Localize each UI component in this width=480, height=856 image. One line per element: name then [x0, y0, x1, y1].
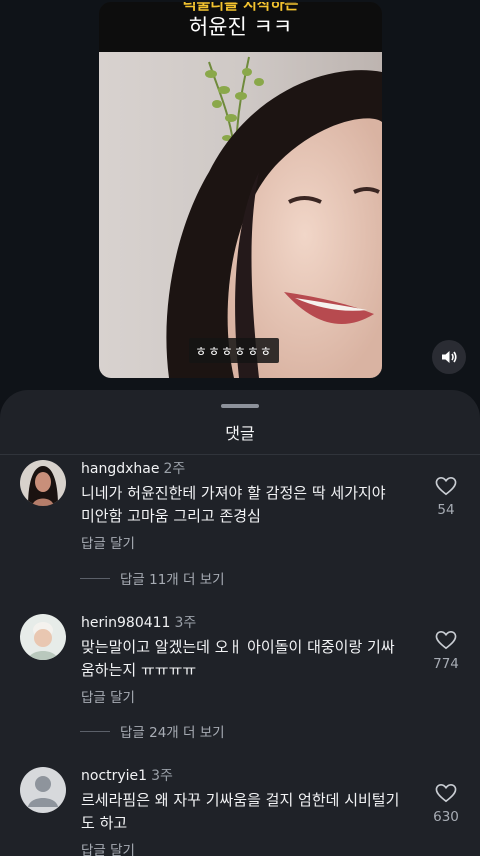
like-button[interactable]: 774: [426, 630, 466, 672]
view-replies-line: [80, 578, 110, 579]
speaker-icon: [442, 351, 457, 363]
view-more-replies[interactable]: 답글 24개 더 보기: [0, 721, 480, 741]
video-caption-line1: 럭물디를 시작하는: [182, 2, 299, 13]
view-replies-label[interactable]: 답글 11개 더 보기: [120, 568, 225, 588]
avatar[interactable]: [20, 767, 66, 813]
comment-time: 3주: [151, 768, 173, 784]
comments-title: 댓글: [225, 424, 255, 443]
video-caption-line2: 허윤진 ㅋㅋ: [188, 15, 293, 39]
avatar[interactable]: [20, 614, 66, 660]
comment-username[interactable]: noctryie1: [81, 768, 147, 784]
comment-username[interactable]: herin980411: [81, 615, 170, 631]
video-thumbnail: [99, 52, 382, 378]
comment-header: hangdxhae 2주: [81, 458, 185, 478]
reply-button[interactable]: 답글 달기: [81, 686, 135, 706]
like-button[interactable]: 630: [426, 783, 466, 825]
comment-text: 니네가 허윤진한테 가져야 할 감정은 딱 세가지야 미안함 고마움 그리고 존…: [81, 484, 386, 525]
heart-icon: [435, 783, 457, 803]
sheet-divider: [0, 454, 480, 455]
reply-button[interactable]: 답글 달기: [81, 532, 135, 552]
comment-username[interactable]: hangdxhae: [81, 461, 159, 477]
like-count: 54: [437, 502, 455, 518]
comment-time: 2주: [163, 461, 186, 477]
view-more-replies[interactable]: 답글 11개 더 보기: [0, 568, 480, 588]
comments-sheet: 댓글 hangdxhae 2주 니네가 허윤진한테 가져야 할 감정은 딱 세가지…: [0, 390, 480, 856]
comment-time: 3주: [174, 615, 197, 631]
comment-text: 맞는말이고 알겠는데 오ㅐ 아이돌이 대중이랑 기싸움하는지 ㅠㅠㅠㅠ: [81, 638, 395, 679]
avatar[interactable]: [20, 460, 66, 506]
default-avatar-icon: [20, 767, 66, 813]
reply-button[interactable]: 답글 달기: [81, 839, 135, 856]
video-caption: 럭물디를 시작하는 허윤진 ㅋㅋ: [99, 2, 382, 52]
view-replies-line: [80, 731, 110, 732]
user-avatar-image: [20, 614, 66, 660]
heart-icon: [435, 476, 457, 496]
video-player[interactable]: 럭물디를 시작하는 허윤진 ㅋㅋ ㅎㅎㅎㅎㅎㅎ: [0, 0, 480, 400]
view-replies-label[interactable]: 답글 24개 더 보기: [120, 721, 225, 741]
heart-icon: [435, 630, 457, 650]
sound-toggle-button[interactable]: [432, 340, 466, 374]
user-avatar-image: [20, 460, 66, 506]
comment-header: herin980411 3주: [81, 612, 196, 632]
comment-header: noctryie1 3주: [81, 765, 173, 785]
sheet-drag-handle[interactable]: [221, 404, 259, 408]
comment-text: 르세라핌은 왜 자꾸 기싸움을 걸지 엄한데 시비털기도 하고: [81, 791, 400, 832]
video-frame[interactable]: 럭물디를 시작하는 허윤진 ㅋㅋ ㅎㅎㅎㅎㅎㅎ: [99, 2, 382, 378]
video-subtitle: ㅎㅎㅎㅎㅎㅎ: [189, 338, 279, 363]
like-button[interactable]: 54: [426, 476, 466, 518]
like-count: 774: [433, 656, 459, 672]
like-count: 630: [433, 809, 459, 825]
